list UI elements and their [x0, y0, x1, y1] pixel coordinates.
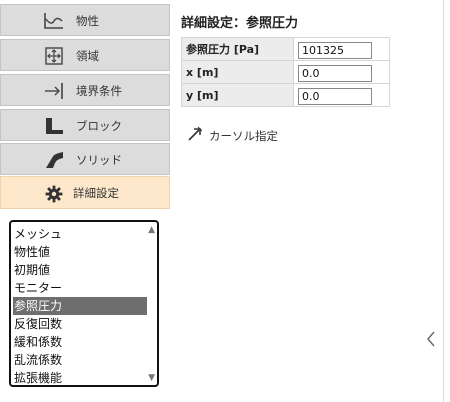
reference-pressure-input[interactable] [298, 42, 372, 59]
list-item[interactable]: メッシュ [13, 225, 147, 243]
sidebar-item-label: 領域 [76, 49, 99, 63]
list-item[interactable]: 拡張機能 [13, 369, 147, 385]
y-position-input[interactable] [298, 88, 372, 105]
list-item[interactable]: 物性値 [13, 243, 147, 261]
sidebar-item-label: ブロック [76, 119, 122, 133]
settings-list[interactable]: メッシュ 物性値 初期値 モニター 参照圧力 反復回数 緩和係数 乱流係数 拡張… [9, 220, 159, 387]
cursor-pick-label: カーソル指定 [209, 129, 278, 143]
solid-icon [43, 150, 65, 170]
sidebar: 物性 領域 境界条件 ブロック ソリッド 詳細設定 メッシュ 物性値 初期値 モ… [0, 0, 172, 402]
list-item[interactable]: 緩和係数 [13, 333, 147, 351]
table-row: x [m] [181, 60, 390, 84]
scroll-down-icon[interactable]: ▼ [148, 373, 155, 383]
list-item[interactable]: 反復回数 [13, 315, 147, 333]
sidebar-item-label: ソリッド [76, 153, 122, 167]
sidebar-item-label: 物性 [76, 14, 99, 28]
sidebar-item-block[interactable]: ブロック [0, 109, 170, 141]
sidebar-item-label: 境界条件 [76, 84, 122, 98]
block-icon [43, 116, 65, 136]
sidebar-item-domain[interactable]: 領域 [0, 39, 170, 71]
list-item[interactable]: 乱流係数 [13, 351, 147, 369]
row-value-cell [293, 60, 390, 84]
row-value-cell [293, 83, 390, 107]
panel-title: 詳細設定：参照圧力 [181, 16, 299, 31]
sidebar-item-boundary[interactable]: 境界条件 [0, 74, 170, 106]
boundary-arrow-icon [43, 81, 65, 101]
sidebar-item-advanced[interactable]: 詳細設定 [0, 176, 170, 209]
collapse-chevron-icon[interactable] [424, 329, 438, 349]
row-label: y [m] [181, 83, 294, 107]
scroll-up-icon[interactable]: ▲ [148, 225, 155, 235]
domain-expand-icon [43, 46, 65, 66]
list-item[interactable]: 初期値 [13, 261, 147, 279]
property-graph-icon [43, 11, 65, 31]
row-label: x [m] [181, 60, 294, 84]
sidebar-item-label: 詳細設定 [73, 186, 119, 200]
row-value-cell [293, 37, 390, 61]
gear-icon [43, 184, 65, 204]
x-position-input[interactable] [298, 65, 372, 82]
list-item[interactable]: モニター [13, 279, 147, 297]
parameter-table: 参照圧力 [Pa] x [m] y [m] [181, 37, 390, 107]
row-label: 参照圧力 [Pa] [181, 37, 294, 61]
table-row: 参照圧力 [Pa] [181, 37, 390, 61]
cursor-pick-button[interactable]: カーソル指定 [187, 126, 278, 146]
sidebar-item-property[interactable]: 物性 [0, 4, 170, 36]
list-item-selected[interactable]: 参照圧力 [13, 297, 147, 315]
panel-divider [443, 0, 444, 402]
table-row: y [m] [181, 83, 390, 107]
pick-arrow-icon [187, 126, 203, 146]
sidebar-item-solid[interactable]: ソリッド [0, 143, 170, 175]
